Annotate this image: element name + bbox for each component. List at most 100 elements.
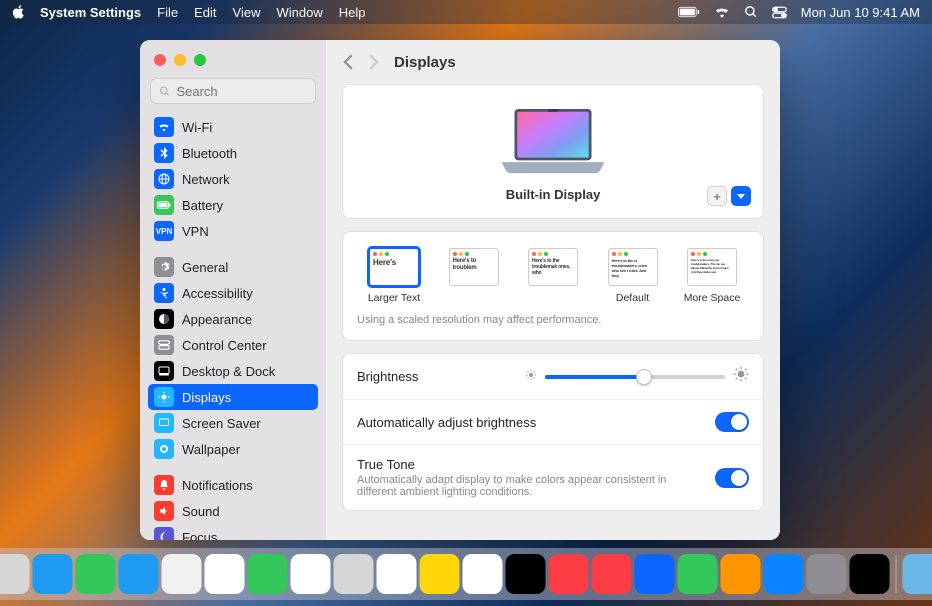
menu-help[interactable]: Help (339, 5, 366, 20)
zoom-button[interactable] (194, 54, 206, 66)
close-button[interactable] (154, 54, 166, 66)
dock-app-contacts[interactable] (334, 554, 374, 594)
sidebar-item-wallpaper[interactable]: Wallpaper (148, 436, 318, 462)
auto-brightness-label: Automatically adjust brightness (357, 415, 536, 430)
resolution-option-2[interactable]: Here's to the troublemak ones, who (516, 248, 590, 304)
gear-icon (154, 257, 174, 277)
sidebar-item-appearance[interactable]: Appearance (148, 306, 318, 332)
dock-app-facetime[interactable] (248, 554, 288, 594)
battery-status-icon[interactable] (678, 6, 700, 18)
dock-app-freeform[interactable] (463, 554, 503, 594)
dock-app-numbers[interactable] (678, 554, 718, 594)
dock-app-calendar[interactable] (291, 554, 331, 594)
resolution-option-3[interactable]: Here's to the cr troublemakers. ones who… (596, 248, 670, 304)
sidebar-item-displays[interactable]: Displays (148, 384, 318, 410)
dock-app-iphone-mirror[interactable] (850, 554, 890, 594)
dock (0, 548, 932, 600)
menu-edit[interactable]: Edit (194, 5, 216, 20)
sidebar-item-vpn[interactable]: VPNVPN (148, 218, 318, 244)
resolution-option-4[interactable]: Here's to the crazy one troublemakers. T… (675, 248, 749, 304)
dock-app-notes[interactable] (420, 554, 460, 594)
menu-view[interactable]: View (233, 5, 261, 20)
dock-app-news[interactable] (592, 554, 632, 594)
wifi-icon (154, 117, 174, 137)
dock-app-maps[interactable] (162, 554, 202, 594)
minimize-button[interactable] (174, 54, 186, 66)
sidebar-item-label: Displays (182, 390, 231, 405)
dock-downloads[interactable] (903, 554, 932, 594)
sidebar-item-label: Wallpaper (182, 442, 240, 457)
sidebar-item-screen-saver[interactable]: Screen Saver (148, 410, 318, 436)
resolution-label: Larger Text (368, 292, 420, 304)
forward-button[interactable] (368, 54, 380, 70)
back-button[interactable] (342, 54, 354, 70)
sidebar-item-label: Notifications (182, 478, 253, 493)
sidebar-item-label: General (182, 260, 228, 275)
dock-app-keynote[interactable] (635, 554, 675, 594)
sidebar-item-wi-fi[interactable]: Wi-Fi (148, 114, 318, 140)
dock-app-appstore[interactable] (764, 554, 804, 594)
search-input[interactable] (176, 84, 307, 99)
brightness-slider[interactable] (545, 375, 725, 379)
sidebar-item-label: Network (182, 172, 230, 187)
dock-app-messages[interactable] (76, 554, 116, 594)
clock[interactable]: Mon Jun 10 9:41 AM (801, 5, 920, 20)
dock-app-reminders[interactable] (377, 554, 417, 594)
dock-app-tv[interactable] (506, 554, 546, 594)
wifi-status-icon[interactable] (714, 6, 730, 18)
resolution-thumb: Here's to troublem (449, 248, 499, 286)
dock-app-music[interactable] (549, 554, 589, 594)
app-menu[interactable]: System Settings (40, 5, 141, 20)
sidebar-item-general[interactable]: General (148, 254, 318, 280)
display-options-dropdown[interactable] (731, 186, 751, 206)
spotlight-icon[interactable] (744, 5, 758, 19)
menu-window[interactable]: Window (276, 5, 322, 20)
menu-bar: System Settings File Edit View Window He… (0, 0, 932, 24)
sidebar-item-network[interactable]: Network (148, 166, 318, 192)
chevron-down-icon (736, 191, 746, 201)
sidebar-item-control-center[interactable]: Control Center (148, 332, 318, 358)
truetone-toggle[interactable] (715, 468, 749, 488)
dock-app-mail[interactable] (119, 554, 159, 594)
sidebar-item-accessibility[interactable]: Accessibility (148, 280, 318, 306)
sidebar-item-label: Accessibility (182, 286, 253, 301)
dock-app-safari[interactable] (33, 554, 73, 594)
sidebar-item-label: Focus (182, 530, 217, 541)
sidebar-item-bluetooth[interactable]: Bluetooth (148, 140, 318, 166)
sidebar-item-label: Wi-Fi (182, 120, 212, 135)
resolution-thumb: Here's to the troublemak ones, who (528, 248, 578, 286)
sidebar-item-sound[interactable]: Sound (148, 498, 318, 524)
bt-icon (154, 143, 174, 163)
sidebar-item-label: Battery (182, 198, 223, 213)
control-center-icon[interactable] (772, 6, 787, 19)
snd-icon (154, 501, 174, 521)
resolution-thumb: Here's to the crazy one troublemakers. T… (687, 248, 737, 286)
sidebar-item-focus[interactable]: Focus (148, 524, 318, 540)
sidebar-item-desktop-dock[interactable]: Desktop & Dock (148, 358, 318, 384)
dock-app-pages[interactable] (721, 554, 761, 594)
page-title: Displays (394, 54, 456, 71)
search-field[interactable] (150, 78, 316, 104)
sidebar-item-notifications[interactable]: Notifications (148, 472, 318, 498)
resolution-option-1[interactable]: Here's to troublem (437, 248, 511, 304)
sidebar-item-battery[interactable]: Battery (148, 192, 318, 218)
dock-app-launchpad[interactable] (0, 554, 30, 594)
resolution-thumb: Here's to the cr troublemakers. ones who… (608, 248, 658, 286)
dock-app-settings[interactable] (807, 554, 847, 594)
apple-menu-icon[interactable] (12, 5, 26, 19)
resolution-label: More Space (684, 292, 741, 304)
auto-brightness-toggle[interactable] (715, 412, 749, 432)
dock-app-photos[interactable] (205, 554, 245, 594)
menu-file[interactable]: File (157, 5, 178, 20)
add-display-button[interactable]: + (707, 186, 727, 206)
focus-icon (154, 527, 174, 540)
sun-max-icon (733, 366, 749, 387)
truetone-description: Automatically adapt display to make colo… (357, 474, 687, 498)
resolution-option-0[interactable]: Here'sLarger Text (357, 248, 431, 304)
dock-separator (896, 555, 897, 593)
toolbar: Displays (326, 40, 780, 84)
settings-window: Wi-Fi Bluetooth Network Battery VPNVPN Genera… (140, 40, 780, 540)
appr-icon (154, 309, 174, 329)
display-device-card: Built-in Display + (342, 84, 764, 219)
brightness-section: Brightness (342, 353, 764, 511)
